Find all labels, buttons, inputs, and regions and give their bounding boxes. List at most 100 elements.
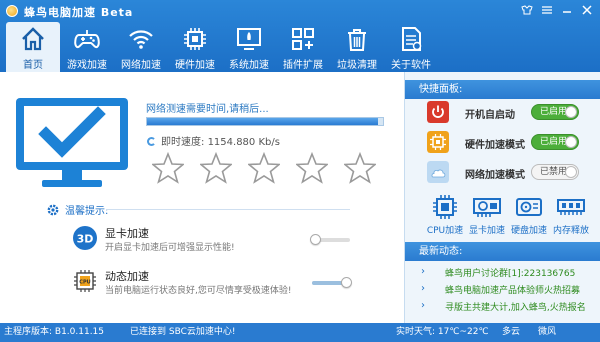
slider-knob[interactable]: [310, 234, 321, 245]
nav-label: 游戏加速: [67, 60, 107, 71]
window-title: 蜂鸟电脑加速 Beta: [24, 6, 134, 19]
nav-item-about[interactable]: 关于软件: [384, 22, 438, 72]
slider-knob[interactable]: [341, 277, 352, 288]
tool-label: 内存释放: [553, 226, 590, 236]
menu-icon[interactable]: [538, 2, 556, 18]
toggle-row-network: 网络加速模式 已禁用: [427, 161, 600, 183]
tool-label: CPU加速: [426, 226, 464, 236]
star-icon[interactable]: [152, 152, 184, 184]
nav-item-network[interactable]: 网络加速: [114, 22, 168, 72]
toggle-row-hardware: 硬件加速模式 已启用: [427, 131, 600, 153]
news-item[interactable]: › 蜂鸟用户讨论群[1]:223136765: [421, 266, 599, 283]
side-panel: 快捷面板: 开机自启动 已启用 硬件加速模式 已启用 网络加速模式 已禁用 CP…: [404, 72, 600, 323]
version-text: 主程序版本: B1.0.11.15: [4, 327, 105, 337]
hardware-mode-toggle[interactable]: 已启用: [531, 134, 579, 150]
hdd-icon: [514, 194, 544, 220]
toggle-state: 已启用: [540, 137, 568, 147]
star-icon[interactable]: [344, 152, 376, 184]
toggle-label: 网络加速模式: [465, 170, 525, 181]
close-icon[interactable]: [578, 2, 596, 18]
cpu-icon: [430, 194, 460, 220]
header: 蜂鸟电脑加速 Beta 首页 游戏加速 网络加速 硬件加速 系统加速 插件扩展 …: [0, 0, 600, 72]
cloud-icon: [427, 161, 449, 183]
weather-condition: 多云: [502, 327, 521, 337]
gear-icon: [47, 204, 59, 215]
nav-item-cleanup[interactable]: 垃圾清理: [330, 22, 384, 72]
star-icon[interactable]: [200, 152, 232, 184]
minimize-icon[interactable]: [558, 2, 576, 18]
ram-icon: [556, 194, 586, 220]
news-text: 寻版主共建大计,加入蜂鸟,火热报名: [445, 303, 586, 313]
gamepad-icon: [73, 25, 101, 53]
tip-title: 显卡加速: [105, 227, 149, 240]
connection-status: 已连接到 SBC云加速中心!: [130, 327, 236, 337]
gpu-acceleration-toggle[interactable]: [310, 234, 350, 245]
document-icon: [397, 25, 425, 53]
nav-item-home[interactable]: 首页: [6, 22, 60, 72]
divider: [106, 209, 350, 210]
dynamic-acceleration-toggle[interactable]: [312, 277, 352, 288]
news-list: › 蜂鸟用户讨论群[1]:223136765 › 蜂鸟电脑加速产品体验师火热招募 ›…: [421, 266, 599, 317]
toggle-state: 已禁用: [540, 167, 568, 177]
tool-hdd[interactable]: 硬盘加速: [511, 194, 547, 236]
chevron-right-icon: ›: [421, 283, 425, 294]
toggle-dot: [565, 106, 577, 118]
nav-label: 关于软件: [391, 60, 431, 71]
cpu-icon: CPU: [74, 270, 96, 292]
news-item[interactable]: › 蜂鸟电脑加速产品体验师火热招募: [421, 283, 599, 300]
tool-label: 硬盘加速: [511, 226, 548, 236]
news-text: 蜂鸟用户讨论群[1]:223136765: [445, 269, 576, 279]
network-mode-toggle[interactable]: 已禁用: [531, 164, 579, 180]
tool-cpu[interactable]: CPU加速: [427, 194, 463, 236]
tool-shortcuts: CPU加速 显卡加速 硬盘加速 内存释放: [427, 194, 589, 236]
nav-label: 插件扩展: [283, 60, 323, 71]
chevron-right-icon: ›: [421, 300, 425, 311]
svg-text:3D: 3D: [77, 233, 94, 246]
chip-icon: [181, 25, 209, 53]
autostart-toggle[interactable]: 已启用: [531, 104, 579, 120]
nav-label: 网络加速: [121, 60, 161, 71]
news-item[interactable]: › 寻版主共建大计,加入蜂鸟,火热报名: [421, 300, 599, 317]
speed-readout: 即时速度: 1154.880 Kb/s: [147, 133, 280, 148]
chevron-right-icon: ›: [421, 266, 425, 277]
speed-test-progress: [146, 117, 384, 126]
tip-title: 动态加速: [105, 270, 149, 283]
nav-label: 系统加速: [229, 60, 269, 71]
grid-icon: [289, 25, 317, 53]
nav-label: 首页: [23, 60, 43, 71]
tips-header: 温馨提示:: [46, 202, 108, 217]
status-bar: 主程序版本: B1.0.11.15 已连接到 SBC云加速中心! 实时天气: 1…: [0, 323, 600, 342]
nav-item-plugins[interactable]: 插件扩展: [276, 22, 330, 72]
tool-gpu[interactable]: 显卡加速: [469, 194, 505, 236]
tips-title: 温馨提示:: [65, 206, 109, 217]
3d-icon: 3D: [73, 226, 97, 250]
toggle-label: 硬件加速模式: [465, 140, 525, 151]
news-text: 蜂鸟电脑加速产品体验师火热招募: [445, 286, 581, 296]
spinner-icon: [147, 137, 156, 146]
tool-label: 显卡加速: [469, 226, 506, 236]
tool-ram[interactable]: 内存释放: [553, 194, 589, 236]
nav-item-system[interactable]: 系统加速: [222, 22, 276, 72]
skin-icon[interactable]: [518, 2, 536, 18]
title-bar: 蜂鸟电脑加速 Beta: [0, 0, 600, 22]
toggle-state: 已启用: [540, 107, 568, 117]
toggle-dot: [565, 136, 577, 148]
chip-icon: [427, 131, 449, 153]
star-icon[interactable]: [296, 152, 328, 184]
weather-temperature: 实时天气: 17℃~22℃: [396, 327, 489, 337]
home-icon: [19, 25, 47, 53]
app-window: { "window": { "title": "蜂鸟电脑加速 Beta" }, …: [0, 0, 600, 342]
toggle-label: 开机自启动: [465, 110, 515, 121]
tip-desc: 开启显卡加速后可增强显示性能!: [105, 243, 235, 253]
star-icon[interactable]: [248, 152, 280, 184]
wifi-icon: [127, 25, 155, 53]
nav-item-game[interactable]: 游戏加速: [60, 22, 114, 72]
nav-item-hardware[interactable]: 硬件加速: [168, 22, 222, 72]
news-title: 最新动态:: [405, 242, 600, 261]
gpu-icon: [472, 194, 502, 220]
progress-fill: [147, 118, 379, 125]
power-icon: [427, 101, 449, 123]
toggle-dot: [565, 166, 577, 178]
speed-label: 即时速度:: [161, 137, 205, 148]
app-logo-icon: [6, 5, 18, 17]
